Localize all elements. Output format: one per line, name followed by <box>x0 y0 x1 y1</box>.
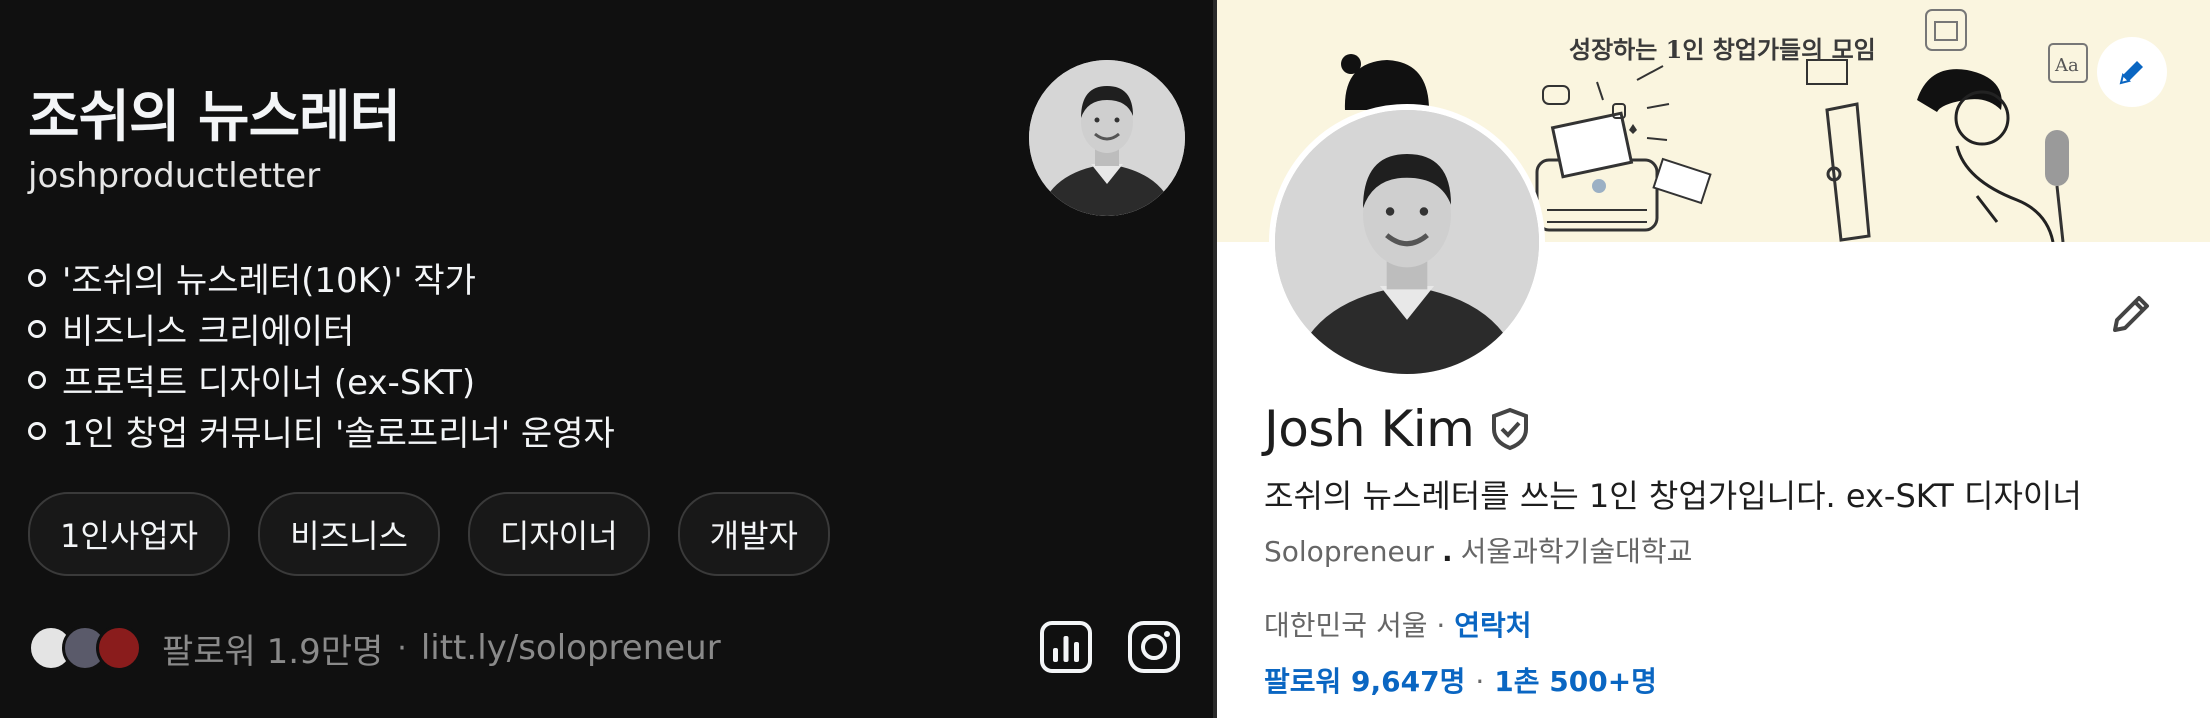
insights-icon[interactable] <box>1039 620 1093 674</box>
follower-avatars[interactable] <box>28 625 142 671</box>
profile-location-row: 대한민국 서울 · 연락처 <box>1264 604 1531 644</box>
tag-list: 1인사업자 비즈니스 디자이너 개발자 <box>28 492 830 576</box>
school-name[interactable]: 서울과학기술대학교 <box>1461 535 1693 568</box>
profile-headline: 조쉬의 뉴스레터를 쓰는 1인 창업가입니다. ex-SKT 디자이너 <box>1264 477 2082 515</box>
connections-link[interactable]: 1촌 500+명 <box>1494 665 1657 698</box>
location: 대한민국 서울 <box>1264 609 1428 642</box>
banner-text: 성장하는 1인 창업가들의 모임 <box>1569 35 1876 64</box>
tag-chip[interactable]: 개발자 <box>677 492 830 576</box>
instagram-icon[interactable] <box>1127 620 1181 674</box>
svg-text:Aa: Aa <box>2054 55 2079 76</box>
separator: . <box>1441 535 1453 568</box>
tag-chip[interactable]: 디자이너 <box>467 492 650 576</box>
separator: · <box>1475 665 1485 698</box>
tag-chip[interactable]: 1인사업자 <box>28 492 231 576</box>
profile-link[interactable]: litt.ly/solopreneur <box>421 628 721 668</box>
profile-stats: 팔로워 9,647명 · 1촌 500+명 <box>1264 660 1657 700</box>
profile-handle: joshproductletter <box>28 156 321 196</box>
followers-link[interactable]: 팔로워 9,647명 <box>1264 665 1465 698</box>
profile-name: Josh Kim <box>1264 400 1475 458</box>
profile-photo <box>1275 110 1539 374</box>
verified-shield-icon[interactable] <box>1488 407 1532 451</box>
bio-line: 프로덕트 디자이너 (ex-SKT) <box>28 354 615 405</box>
profile-bio: '조쉬의 뉴스레터(10K)' 작가 비즈니스 크리에이터 프로덕트 디자이너 … <box>28 252 615 456</box>
bio-line: 비즈니스 크리에이터 <box>28 303 615 354</box>
bio-line: 1인 창업 커뮤니티 '솔로프리너' 운영자 <box>28 405 615 456</box>
bullet-icon <box>28 319 46 338</box>
profile-title: 조쉬의 뉴스레터 <box>28 85 401 150</box>
bullet-icon <box>28 421 46 440</box>
pencil-icon <box>2119 61 2143 85</box>
followers-count[interactable]: 팔로워 1.9만명 <box>162 624 383 673</box>
separator: · <box>397 630 407 666</box>
bullet-icon <box>28 268 46 287</box>
avatar <box>96 625 142 671</box>
current-role[interactable]: Solopreneur <box>1264 535 1434 568</box>
tag-chip[interactable]: 비즈니스 <box>258 492 440 576</box>
avatar[interactable] <box>1269 104 1545 380</box>
contact-info-link[interactable]: 연락처 <box>1454 609 1531 642</box>
separator: · <box>1436 609 1446 642</box>
profile-meta: Solopreneur. 서울과학기술대학교 <box>1264 530 1692 570</box>
threads-profile-panel: 조쉬의 뉴스레터 joshproductletter '조쉬의 뉴스레터(10K… <box>0 0 1213 718</box>
edit-banner-button[interactable] <box>2097 37 2167 107</box>
avatar[interactable] <box>1029 60 1185 216</box>
name-row: Josh Kim <box>1264 400 1532 458</box>
bullet-icon <box>28 370 46 389</box>
linkedin-profile-panel: Aa 성장하는 1인 창업가들의 모임 Josh Kim 조쉬의 뉴스레터를 쓰… <box>1217 0 2210 718</box>
pencil-icon[interactable] <box>2107 290 2155 338</box>
profile-footer: 팔로워 1.9만명 · litt.ly/solopreneur <box>28 622 721 674</box>
profile-photo <box>1029 60 1185 216</box>
bio-line: '조쉬의 뉴스레터(10K)' 작가 <box>28 252 615 303</box>
